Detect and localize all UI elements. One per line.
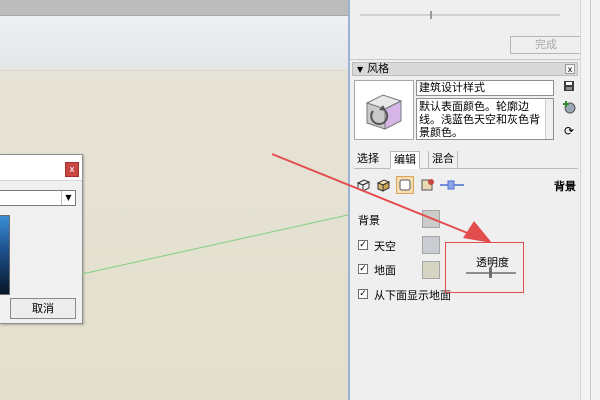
- ground-label: 地面: [374, 264, 396, 277]
- show-ground-below-checkbox[interactable]: ✓: [358, 289, 368, 299]
- refresh-icon[interactable]: ⟳: [562, 124, 576, 138]
- tab-select[interactable]: 选择: [354, 151, 382, 169]
- watermark-settings-icon[interactable]: [418, 176, 436, 194]
- color-dialog: x ▼ 取消: [0, 154, 83, 324]
- edge-settings-icon[interactable]: [354, 176, 372, 194]
- sky-color-swatch[interactable]: [422, 236, 440, 254]
- color-gradient-area[interactable]: [0, 215, 10, 295]
- styles-panel-title: 风格: [367, 62, 390, 75]
- sky-checkbox[interactable]: ✓: [358, 240, 368, 250]
- collapse-triangle-icon[interactable]: ▼: [357, 65, 363, 74]
- window-top-strip: [0, 0, 348, 16]
- show-ground-below-label: 从下面显示地面: [374, 289, 451, 302]
- color-picker-select[interactable]: ▼: [0, 190, 76, 206]
- background-color-swatch[interactable]: [422, 210, 440, 228]
- top-slider-track[interactable]: [360, 14, 560, 16]
- style-preview-icon: [365, 94, 403, 130]
- face-settings-icon[interactable]: [374, 176, 392, 194]
- ground-color-swatch[interactable]: [422, 261, 440, 279]
- tab-edit[interactable]: 编辑: [390, 151, 420, 169]
- previous-panel-section: 完成: [350, 0, 582, 60]
- style-description-text: 默认表面颜色。轮廓边线。浅蓝色天空和灰色背景颜色。: [419, 100, 540, 139]
- save-style-icon[interactable]: [562, 80, 576, 94]
- styles-panel-header[interactable]: ▼ 风格 x: [352, 62, 578, 76]
- tab-mix[interactable]: 混合: [428, 151, 458, 169]
- style-name-field[interactable]: 建筑设计样式: [416, 80, 554, 96]
- dialog-close-button[interactable]: x: [65, 162, 79, 177]
- modeling-settings-icon[interactable]: [438, 176, 466, 194]
- sky-label: 天空: [374, 240, 396, 253]
- done-button[interactable]: 完成: [510, 36, 582, 54]
- background-label: 背景: [358, 214, 380, 227]
- dialog-title-bar: x: [0, 155, 82, 181]
- style-tabs: 选择 编辑 混合: [354, 151, 578, 169]
- scrollbar-track: [590, 0, 591, 400]
- background-settings-icon[interactable]: [396, 176, 414, 194]
- default-tray-panel: 完成 ▼ 风格 x 建筑设计样式 默认表面颜色。轮廓边线。浅蓝色天空和灰色背景颜色…: [348, 0, 582, 400]
- styles-panel-close-button[interactable]: x: [565, 64, 575, 74]
- ground-checkbox[interactable]: ✓: [358, 264, 368, 274]
- annotation-highlight-box: [445, 242, 524, 293]
- create-style-icon[interactable]: [562, 100, 576, 114]
- panel-scrollbar[interactable]: [580, 0, 600, 400]
- section-title-background: 背景: [554, 180, 576, 193]
- style-description-field[interactable]: 默认表面颜色。轮廓边线。浅蓝色天空和灰色背景颜色。: [416, 98, 554, 140]
- edit-settings-toolbar: [354, 176, 578, 194]
- style-thumbnail[interactable]: [354, 80, 414, 140]
- cancel-button[interactable]: 取消: [10, 298, 76, 319]
- chevron-down-icon[interactable]: ▼: [61, 191, 75, 205]
- top-slider-thumb[interactable]: [430, 11, 432, 19]
- description-scrollbar[interactable]: [545, 99, 553, 139]
- horizon-line: [0, 70, 348, 71]
